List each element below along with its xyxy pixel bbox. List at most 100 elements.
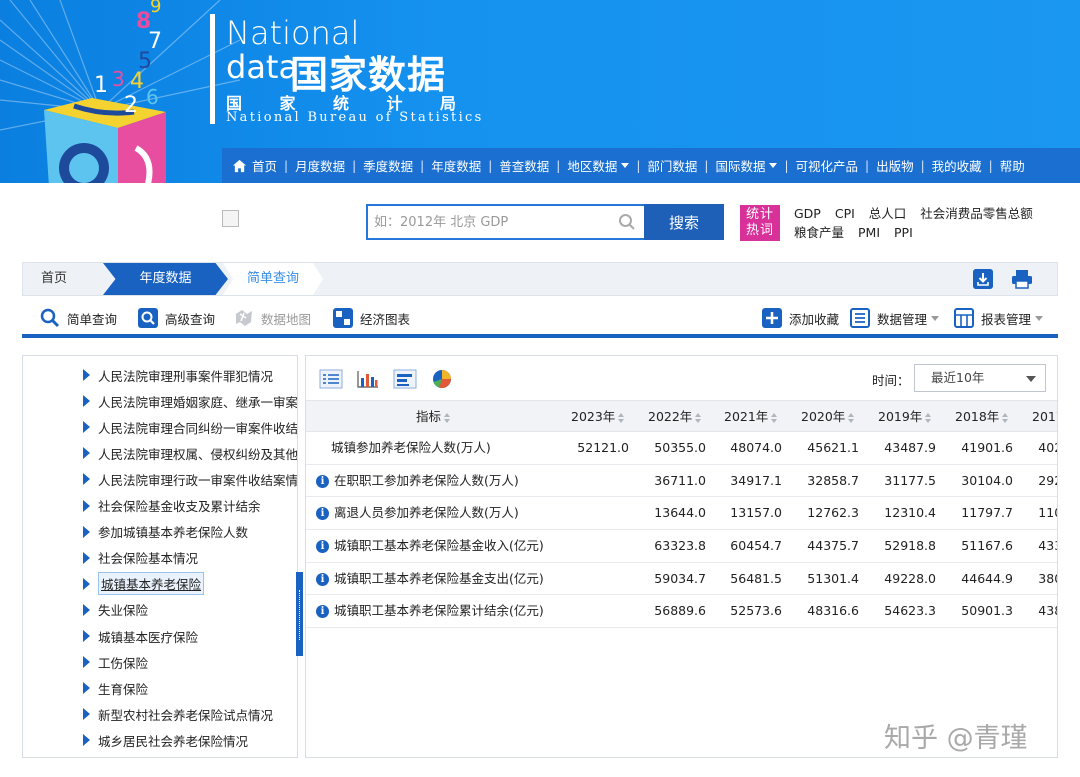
expand-arrow-icon: [83, 682, 90, 695]
svg-text:9: 9: [150, 0, 161, 17]
info-icon[interactable]: i: [316, 605, 329, 619]
breadcrumb-home[interactable]: 首页: [23, 263, 103, 295]
nav-monthly[interactable]: 月度数据: [295, 156, 345, 175]
nav-annual[interactable]: 年度数据: [431, 156, 481, 175]
svg-text:6: 6: [146, 85, 159, 109]
column-header-indicator[interactable]: 指标: [416, 401, 451, 433]
table-cell: 12762.3: [807, 505, 859, 521]
sidebar-item[interactable]: 人民法院审理婚姻家庭、继承一审案件收结案情况: [83, 391, 297, 411]
sidebar-item[interactable]: 社会保险基本情况: [83, 548, 198, 568]
expand-arrow-icon: [83, 369, 90, 381]
column-header-year[interactable]: 2020年: [801, 401, 855, 433]
info-icon[interactable]: i: [316, 507, 329, 521]
table-row: i 在职职工参加养老保险人数(万人) 36711.0 34917.1 32858.7 31…: [306, 465, 1057, 498]
table-cell: 38051.5: [1038, 570, 1057, 586]
report-manage-tool[interactable]: 报表管理: [954, 308, 1044, 328]
sidebar-item[interactable]: 社会保险基金收支及累计结余: [83, 496, 261, 516]
nav-home[interactable]: 首页: [232, 156, 277, 175]
nav-international[interactable]: 国际数据: [715, 156, 778, 175]
nav-quarterly[interactable]: 季度数据: [363, 156, 413, 175]
sidebar-item[interactable]: 人民法院审理行政一审案件收结案情况: [83, 469, 298, 489]
hot-word[interactable]: PPI: [894, 225, 913, 240]
table-cell: 43487.9: [884, 440, 936, 455]
hot-word[interactable]: 社会消费品零售总额: [920, 206, 1033, 221]
print-icon[interactable]: [1011, 269, 1033, 289]
sidebar-item-label: 社会保险基金收支及累计结余: [98, 499, 261, 514]
time-label: 时间：: [872, 373, 910, 388]
column-header-year[interactable]: 2023年: [571, 401, 625, 433]
sidebar-item[interactable]: 城镇基本医疗保险: [83, 626, 198, 646]
sidebar-item[interactable]: 人民法院审理刑事案件罪犯情况: [83, 365, 273, 385]
sidebar-item[interactable]: 人民法院审理合同纠纷一审案件收结案情况: [83, 417, 297, 437]
column-header-year[interactable]: 2019年: [878, 401, 932, 433]
breadcrumb: 首页 年度数据 简单查询: [22, 262, 1058, 296]
row-indicator: i 城镇职工基本养老保险累计结余(亿元): [316, 595, 544, 627]
svg-text:4: 4: [130, 69, 144, 94]
pie-chart-icon[interactable]: [430, 369, 454, 389]
sort-icon: [925, 412, 932, 423]
table-cell: 44375.7: [807, 538, 859, 554]
sidebar-item-label: 城镇基本养老保险: [98, 572, 205, 596]
download-icon[interactable]: [973, 269, 993, 289]
column-header-year[interactable]: 2022年: [648, 401, 702, 433]
hot-word[interactable]: 总人口: [869, 206, 907, 221]
sidebar-item[interactable]: 工伤保险: [83, 652, 148, 672]
table-cell: 60454.7: [730, 538, 782, 554]
hot-word[interactable]: PMI: [858, 225, 880, 240]
hot-word[interactable]: 粮食产量: [794, 225, 844, 240]
table-cell: 36711.0: [654, 472, 706, 488]
hot-word[interactable]: CPI: [835, 206, 855, 221]
hot-word[interactable]: GDP: [794, 206, 821, 221]
dropdown-arrow-icon: [1026, 376, 1036, 382]
sidebar-item[interactable]: 新型农村社会养老保险试点情况: [83, 704, 273, 724]
econ-chart-tool[interactable]: 经济图表: [333, 308, 410, 328]
table-cell: 43884.6: [1038, 603, 1057, 619]
sidebar-item[interactable]: 城乡居民社会养老保险情况: [83, 730, 248, 750]
column-header-year[interactable]: 2017年: [1032, 401, 1057, 433]
sidebar-item-label: 人民法院审理行政一审案件收结案情况: [98, 472, 298, 488]
row-label: 在职职工参加养老保险人数(万人): [334, 472, 519, 488]
watermark: 知乎 @青瑾: [884, 723, 1028, 754]
bar-chart-icon[interactable]: [356, 369, 380, 389]
row-label: 城镇参加养老保险人数(万人): [331, 440, 491, 455]
sidebar-item[interactable]: 生育保险: [83, 678, 148, 698]
time-range-select[interactable]: 最近10年: [914, 364, 1046, 392]
nav-department[interactable]: 部门数据: [647, 156, 697, 175]
nav-favorites[interactable]: 我的收藏: [932, 156, 982, 175]
horizontal-bar-icon[interactable]: [393, 369, 417, 389]
search-input[interactable]: [368, 206, 608, 238]
expand-arrow-icon: [83, 395, 90, 408]
column-header-year[interactable]: 2021年: [724, 401, 778, 433]
sidebar-item[interactable]: 人民法院审理权属、侵权纠纷及其他一审案件: [83, 443, 297, 463]
data-map-tool[interactable]: 数据地图: [234, 308, 311, 328]
column-header-year[interactable]: 2018年: [955, 401, 1009, 433]
table-cell: 51301.4: [807, 570, 859, 586]
row-label: 城镇职工基本养老保险累计结余(亿元): [334, 603, 544, 619]
breadcrumb-current[interactable]: 简单查询: [223, 263, 323, 295]
search-button[interactable]: 搜索: [644, 204, 724, 240]
table-cell: 11797.7: [961, 505, 1013, 521]
nav-census[interactable]: 普查数据: [499, 156, 549, 175]
breadcrumb-annual[interactable]: 年度数据: [103, 263, 228, 295]
table-view-icon[interactable]: [319, 369, 343, 389]
nav-help[interactable]: 帮助: [1000, 156, 1025, 175]
nav-regional[interactable]: 地区数据: [567, 156, 630, 175]
sidebar-item[interactable]: 参加城镇基本养老保险人数: [83, 522, 248, 542]
info-icon[interactable]: i: [316, 540, 329, 554]
sidebar-item-selected[interactable]: 城镇基本养老保险: [83, 572, 205, 596]
nav-visualization[interactable]: 可视化产品: [796, 156, 859, 175]
table-cell: 48316.6: [807, 603, 859, 619]
expand-arrow-icon: [83, 421, 90, 434]
info-icon[interactable]: i: [316, 572, 329, 586]
table-cell: 59034.7: [654, 570, 706, 586]
nav-publications[interactable]: 出版物: [876, 156, 914, 175]
table-cell: 30104.0: [961, 472, 1013, 488]
table-cell: [559, 595, 629, 627]
data-manage-tool[interactable]: 数据管理: [850, 308, 940, 328]
advanced-query-tool[interactable]: 高级查询: [138, 308, 215, 328]
info-icon[interactable]: i: [316, 474, 329, 488]
add-favorite-tool[interactable]: 添加收藏: [762, 308, 839, 328]
simple-query-tool[interactable]: 简单查询: [40, 308, 117, 328]
sidebar-item[interactable]: 失业保险: [83, 600, 148, 620]
sidebar-item-label: 参加城镇基本养老保险人数: [98, 525, 249, 541]
